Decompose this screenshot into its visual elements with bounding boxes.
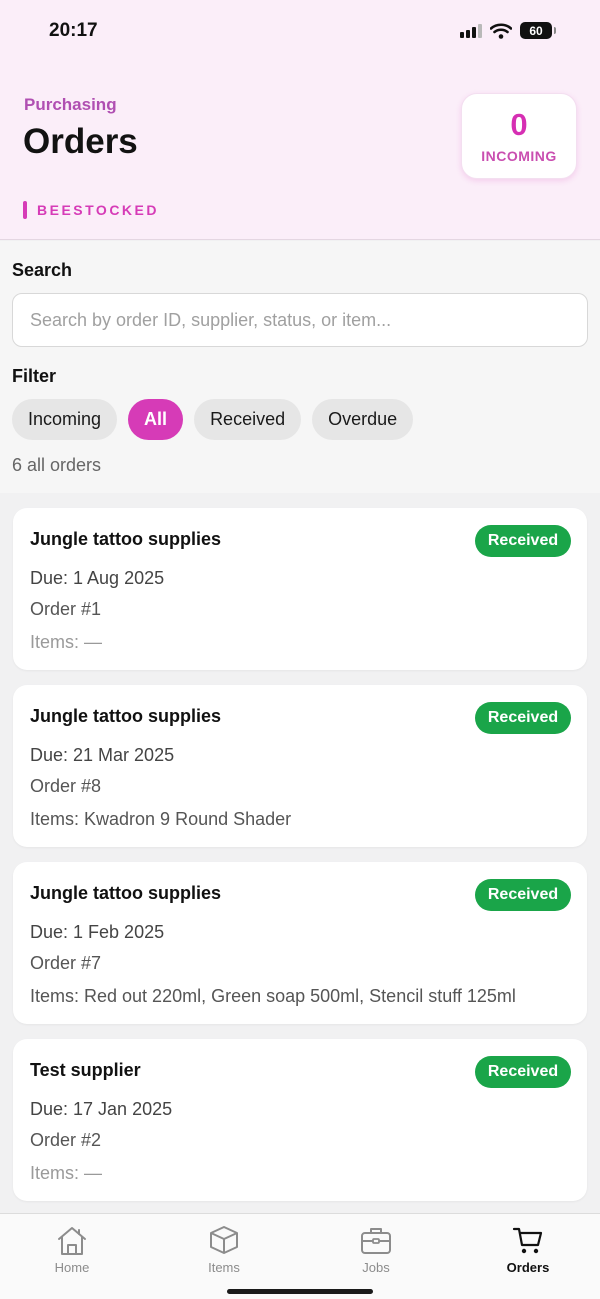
results-count: 6 all orders — [12, 455, 102, 475]
header: 20:17 60 Purchasing Orders BEESTOCKED 0 … — [0, 0, 600, 240]
search-filter-panel: Search Filter Incoming All Received Over… — [0, 241, 600, 493]
cellular-signal-icon — [460, 23, 482, 38]
status-badge: Received — [475, 879, 571, 911]
filter-label: Filter — [12, 366, 57, 386]
tab-orders[interactable]: Orders — [478, 1224, 578, 1275]
order-due-date: Due: 1 Aug 2025 — [30, 568, 165, 588]
cart-icon — [512, 1227, 543, 1254]
search-input[interactable] — [13, 294, 587, 346]
order-card[interactable]: Jungle tattoo supplies Received Due: 1 F… — [13, 862, 587, 1024]
status-time: 20:17 — [49, 20, 98, 41]
tab-label: Orders — [506, 1260, 550, 1275]
filter-chip-overdue[interactable]: Overdue — [312, 399, 414, 440]
order-items: Items: Kwadron 9 Round Shader — [30, 809, 292, 829]
order-number: Order #7 — [30, 953, 102, 973]
home-indicator — [227, 1289, 373, 1294]
order-card[interactable]: Jungle tattoo supplies Received Due: 1 A… — [13, 508, 587, 670]
incoming-label: INCOMING — [481, 148, 557, 164]
order-due-date: Due: 17 Jan 2025 — [30, 1099, 173, 1119]
brand-name: BEESTOCKED — [37, 202, 159, 218]
bottom-tab-bar: Home Items Jobs Orders — [0, 1213, 600, 1299]
filter-chip-all[interactable]: All — [128, 399, 184, 440]
order-number: Order #8 — [30, 776, 102, 796]
status-badge: Received — [475, 525, 571, 557]
status-icons: 60 — [460, 22, 556, 39]
tab-label: Home — [54, 1260, 90, 1275]
tab-label: Jobs — [362, 1260, 390, 1275]
order-supplier: Jungle tattoo supplies — [30, 883, 222, 903]
order-due-date: Due: 1 Feb 2025 — [30, 922, 165, 942]
tab-label: Items — [208, 1260, 240, 1275]
tab-home[interactable]: Home — [22, 1224, 122, 1275]
home-icon — [58, 1227, 86, 1255]
order-due-date: Due: 21 Mar 2025 — [30, 745, 175, 765]
order-number: Order #2 — [30, 1130, 102, 1150]
order-items: Items: — — [30, 1163, 103, 1183]
brand-accent-bar — [23, 201, 27, 219]
wifi-icon — [490, 22, 512, 39]
order-supplier: Jungle tattoo supplies — [30, 529, 222, 549]
filter-chip-received[interactable]: Received — [194, 399, 302, 440]
incoming-count: 0 — [510, 107, 528, 142]
order-supplier: Test supplier — [30, 1060, 141, 1080]
tab-jobs[interactable]: Jobs — [326, 1224, 426, 1275]
status-bar: 20:17 60 — [0, 0, 600, 64]
order-card[interactable]: Jungle tattoo supplies Received Due: 21 … — [13, 685, 587, 847]
search-box[interactable] — [12, 293, 588, 347]
section-eyebrow: Purchasing — [24, 95, 117, 114]
incoming-summary-card[interactable]: 0 INCOMING — [461, 93, 577, 179]
box-icon — [210, 1226, 238, 1254]
status-badge: Received — [475, 1056, 571, 1088]
order-number: Order #1 — [30, 599, 102, 619]
order-supplier: Jungle tattoo supplies — [30, 706, 222, 726]
tab-items[interactable]: Items — [174, 1224, 274, 1275]
brand-tag: BEESTOCKED — [23, 201, 159, 219]
status-badge: Received — [475, 702, 571, 734]
order-items: Items: Red out 220ml, Green soap 500ml, … — [30, 986, 516, 1006]
briefcase-icon — [361, 1228, 391, 1254]
filter-chips: Incoming All Received Overdue — [12, 399, 414, 440]
orders-list: Jungle tattoo supplies Received Due: 1 A… — [13, 508, 587, 1216]
battery-icon: 60 — [520, 22, 556, 39]
order-items: Items: — — [30, 632, 103, 652]
page-title: Orders — [23, 122, 138, 161]
order-card[interactable]: Test supplier Received Due: 17 Jan 2025 … — [13, 1039, 587, 1201]
filter-chip-incoming[interactable]: Incoming — [12, 399, 118, 440]
search-label: Search — [12, 260, 73, 280]
